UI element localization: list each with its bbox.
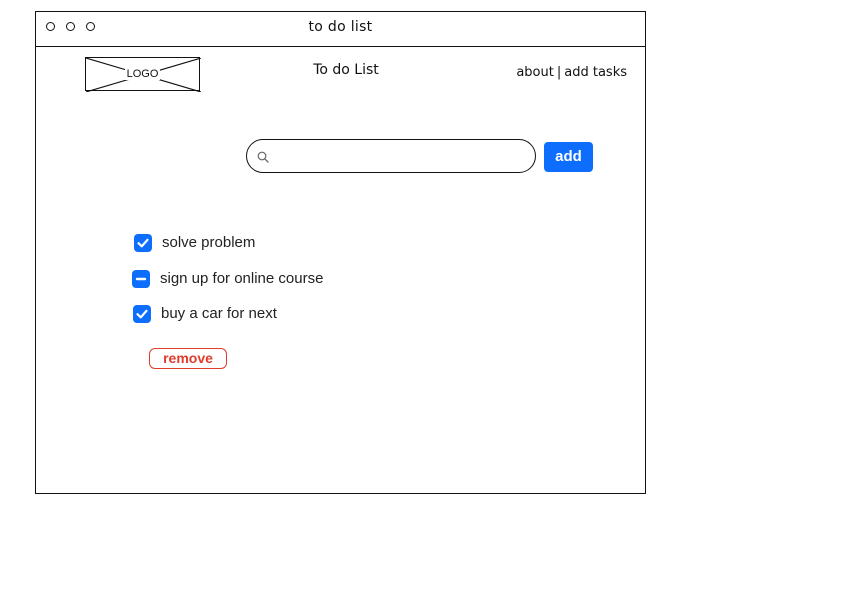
remove-button[interactable]: remove <box>149 348 227 369</box>
window-title: to do list <box>308 19 373 35</box>
top-nav: about | add tasks <box>516 65 627 80</box>
nav-separator: | <box>556 65 562 80</box>
nav-link-about[interactable]: about <box>516 65 554 80</box>
todo-checkbox-checked[interactable] <box>133 305 151 323</box>
todo-label: buy a car for next <box>161 305 277 322</box>
add-button[interactable]: add <box>544 142 593 172</box>
browser-window: to do list LOGO To do List about | add tas… <box>35 11 646 494</box>
window-titlebar: to do list <box>36 12 645 47</box>
todo-label: solve problem <box>162 234 256 251</box>
todo-checkbox-indeterminate[interactable] <box>132 270 150 288</box>
logo-label: LOGO <box>124 68 161 80</box>
checkmark-icon <box>137 238 149 248</box>
page-title: To do List <box>313 62 379 78</box>
search-box[interactable] <box>246 139 536 173</box>
nav-link-add-tasks[interactable]: add tasks <box>564 65 627 80</box>
logo-placeholder[interactable]: LOGO <box>85 57 201 92</box>
search-input[interactable] <box>275 145 529 169</box>
minus-icon <box>135 277 147 281</box>
todo-checkbox-checked[interactable] <box>134 234 152 252</box>
search-icon <box>257 151 269 163</box>
checkmark-icon <box>136 309 148 319</box>
todo-label: sign up for online course <box>160 270 324 287</box>
